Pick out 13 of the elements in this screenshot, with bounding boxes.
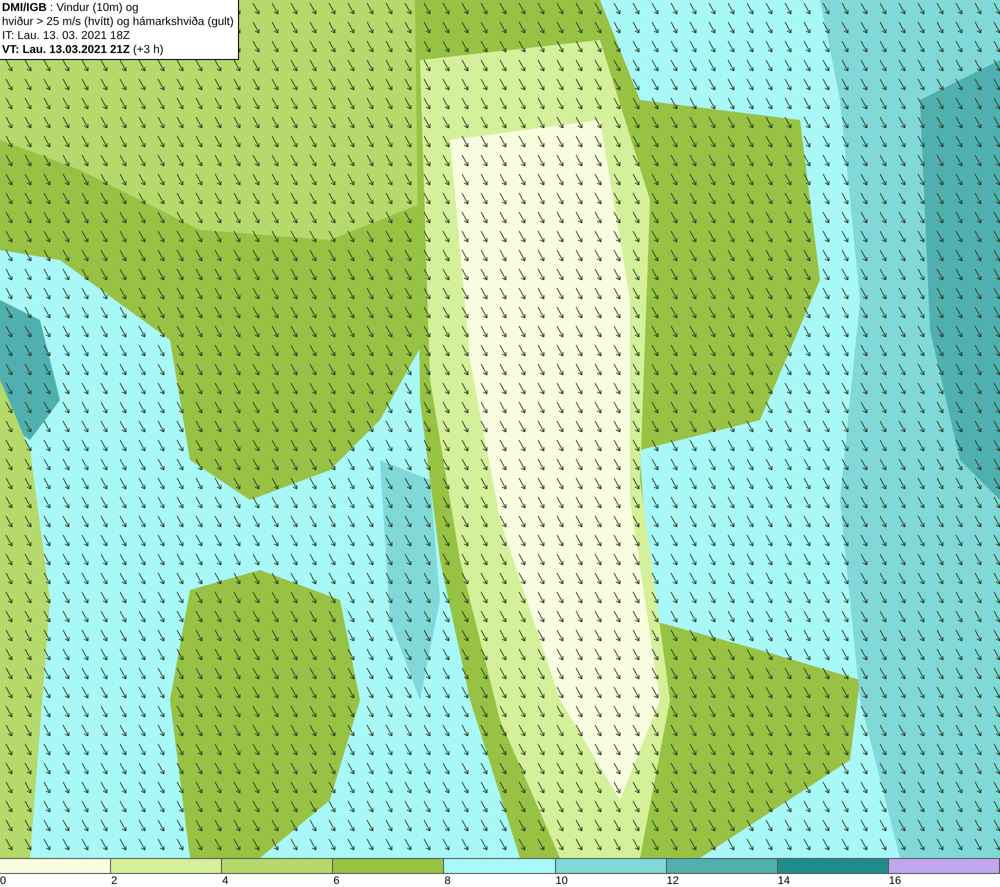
scale-label: 16 — [888, 875, 902, 887]
info-text: VT: Lau. 13.03.2021 21Z (+3 h) — [2, 43, 164, 57]
scale-label: 14 — [778, 875, 790, 887]
scale-label: 12 — [666, 875, 679, 887]
scale-label: 10 — [556, 875, 568, 887]
info-text: hviður > 25 m/s (hvítt) og hámarkshviða (gult) — [2, 15, 234, 29]
info-text: IT: Lau. 13. 03. 2021 18Z — [2, 29, 131, 43]
scale-label: 6 — [333, 875, 340, 887]
scale-label: 2 — [111, 875, 118, 887]
info-text: DMI/IGB : Vindur (10m) og — [2, 1, 140, 15]
scale-label: 0 — [0, 875, 6, 887]
scale-label: 4 — [222, 875, 228, 887]
scale-label: 8 — [444, 875, 451, 887]
